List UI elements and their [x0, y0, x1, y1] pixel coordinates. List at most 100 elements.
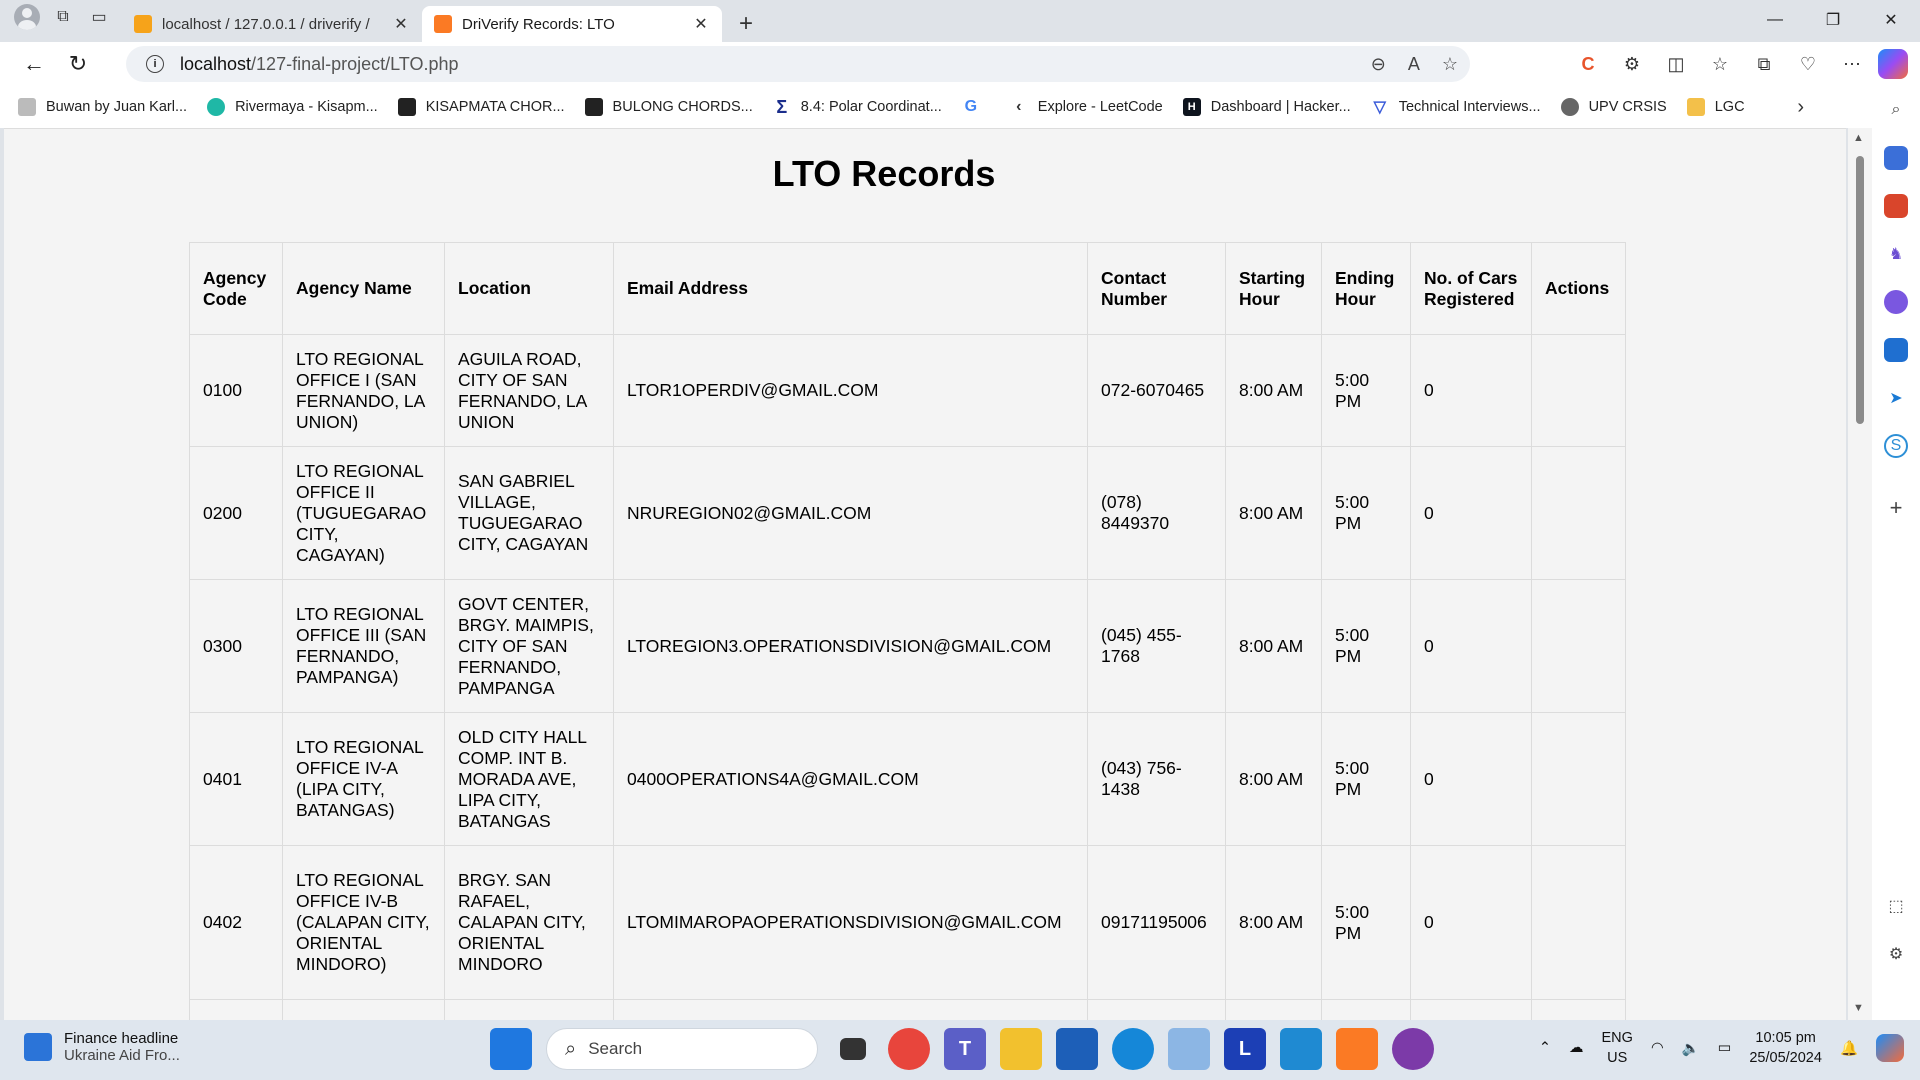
task-view-icon[interactable] — [840, 1038, 866, 1060]
cell-email: LTOREGION3.OPERATIONSDIVISION@GMAIL.COM — [613, 579, 1088, 713]
favorite-star-icon[interactable]: ☆ — [1442, 54, 1458, 75]
close-window-icon[interactable]: ✕ — [1862, 0, 1920, 40]
close-icon[interactable]: ✕ — [692, 14, 710, 34]
bookmark-item[interactable]: UPV CRSIS — [1560, 98, 1667, 116]
extensions-icon[interactable]: ⚙ — [1610, 46, 1654, 82]
copilot-icon[interactable] — [1878, 49, 1908, 79]
back-button[interactable]: ← — [14, 46, 54, 82]
cell-agency-code: 0300 — [189, 579, 283, 713]
cell-location: GOVT CENTER, BRGY. MAIMPIS, CITY OF SAN … — [444, 579, 614, 713]
cell-ending-hour: 5:00 PM — [1321, 845, 1411, 1000]
file-explorer-icon[interactable] — [1000, 1028, 1042, 1070]
start-windows-icon[interactable] — [490, 1028, 532, 1070]
send-icon[interactable]: ➤ — [1884, 386, 1908, 410]
windows-taskbar: Finance headline Ukraine Aid Fro... ⌕ Se… — [0, 1020, 1920, 1080]
language-indicator[interactable]: ENG US — [1602, 1028, 1633, 1068]
cell-starting-hour: 8:00 AM — [1225, 446, 1322, 580]
l-app-icon[interactable]: L — [1224, 1028, 1266, 1070]
cell-ending-hour: 5:00 PM — [1321, 446, 1411, 580]
table-row: 0401 LTO REGIONAL OFFICE IV-A (LIPA CITY… — [189, 712, 1626, 846]
screenshot-icon[interactable]: ⬚ — [1884, 894, 1908, 918]
new-tab-button[interactable]: + — [728, 6, 764, 42]
taskbar-search[interactable]: ⌕ Search — [546, 1028, 818, 1070]
volume-icon[interactable]: 🔈 — [1682, 1040, 1700, 1057]
github-desktop-icon[interactable] — [1392, 1028, 1434, 1070]
favorites-icon[interactable]: ☆ — [1698, 46, 1742, 82]
search-icon[interactable]: ⌕ — [1884, 98, 1908, 122]
browser-essentials-icon[interactable]: ♡ — [1786, 46, 1830, 82]
cell-starting-hour: 8:00 AM — [1225, 845, 1322, 1000]
games-icon[interactable]: ♞ — [1884, 242, 1908, 266]
cell-contact: 09171195006 — [1087, 845, 1226, 1000]
page-scrollbar[interactable]: ▲ ▼ — [1848, 128, 1872, 1020]
reload-button[interactable]: ↻ — [58, 46, 98, 82]
column-header-agency-name: Agency Name — [282, 242, 445, 335]
settings-gear-icon[interactable]: ⚙ — [1884, 942, 1908, 966]
browser-toolbar: ← ↻ i localhost/127-final-project/LTO.ph… — [0, 42, 1920, 86]
news-widget[interactable]: Finance headline Ukraine Aid Fro... — [24, 1030, 180, 1064]
cell-contact: 072-6070465 — [1087, 334, 1226, 447]
resource-monitor-icon[interactable] — [1168, 1028, 1210, 1070]
restore-icon[interactable]: ❐ — [1804, 0, 1862, 40]
zoom-icon[interactable]: ⊖ — [1371, 54, 1386, 75]
collections-icon[interactable]: ⧉ — [1742, 46, 1786, 82]
cell-email: 0400OPERATIONS4A@GMAIL.COM — [613, 712, 1088, 846]
close-icon[interactable]: ✕ — [392, 14, 410, 34]
page-title: LTO Records — [772, 153, 996, 194]
tab-actions-icon[interactable]: ▭ — [86, 4, 112, 30]
bookmark-item[interactable]: G — [962, 98, 990, 116]
cell-agency-name: LTO REGIONAL OFFICE III (SAN FERNANDO, P… — [282, 579, 445, 713]
bookmark-item[interactable]: Buwan by Juan Karl... — [18, 98, 187, 116]
teams-icon[interactable]: T — [944, 1028, 986, 1070]
cell-location: AGUILA ROAD, CITY OF SAN FERNANDO, LA UN… — [444, 334, 614, 447]
bookmark-item[interactable]: Rivermaya - Kisapm... — [207, 98, 378, 116]
notifications-bell-icon[interactable]: 🔔 — [1840, 1040, 1858, 1057]
clock[interactable]: 10:05 pm 25/05/2024 — [1749, 1028, 1822, 1068]
outlook-icon[interactable] — [1884, 338, 1908, 362]
more-menu-icon[interactable]: ⋯ — [1830, 46, 1874, 82]
microsoft-store-icon[interactable] — [1056, 1028, 1098, 1070]
profile-avatar[interactable] — [14, 4, 40, 30]
skype-icon[interactable]: S — [1884, 434, 1908, 458]
table-row: 0402 LTO REGIONAL OFFICE IV-B (CALAPAN C… — [189, 845, 1626, 1000]
scroll-down-icon[interactable]: ▼ — [1853, 1002, 1864, 1014]
workspaces-icon[interactable]: ⧉ — [50, 4, 76, 30]
chevron-right-icon[interactable]: › — [1797, 96, 1804, 119]
copilot-preview-icon[interactable] — [1876, 1034, 1904, 1062]
xampp-icon[interactable] — [1336, 1028, 1378, 1070]
chevron-up-icon[interactable]: ⌃ — [1539, 1040, 1551, 1056]
scroll-up-icon[interactable]: ▲ — [1853, 132, 1864, 144]
vscode-icon[interactable] — [1280, 1028, 1322, 1070]
bookmark-item[interactable]: BULONG CHORDS... — [584, 98, 753, 116]
extension-c-icon[interactable]: C — [1566, 46, 1610, 82]
bookmark-item[interactable]: KISAPMATA CHOR... — [397, 98, 565, 116]
bookmark-icon — [207, 98, 226, 116]
site-info-icon[interactable]: i — [146, 55, 164, 73]
minimize-icon[interactable]: — — [1746, 0, 1804, 40]
address-bar[interactable]: i localhost/127-final-project/LTO.php ⊖ … — [126, 46, 1470, 82]
bookmark-item[interactable]: H Dashboard | Hacker... — [1182, 98, 1351, 116]
cell-ending-hour: 5:00 PM — [1321, 579, 1411, 713]
table-row: 0300 LTO REGIONAL OFFICE III (SAN FERNAN… — [189, 579, 1626, 713]
edge-icon[interactable] — [1112, 1028, 1154, 1070]
hackerrank-icon: H — [1182, 98, 1201, 116]
split-screen-icon[interactable]: ◫ — [1654, 46, 1698, 82]
battery-icon[interactable]: ▭ — [1718, 1040, 1732, 1056]
wifi-icon[interactable]: ◠ — [1651, 1040, 1664, 1056]
tools-icon[interactable] — [1884, 194, 1908, 218]
shopping-tag-icon[interactable] — [1884, 146, 1908, 170]
chrome-icon[interactable] — [888, 1028, 930, 1070]
m365-icon[interactable] — [1884, 290, 1908, 314]
bookmark-item[interactable]: ▽ Technical Interviews... — [1371, 98, 1541, 116]
column-header-agency-code: Agency Code — [189, 242, 283, 335]
bookmark-item[interactable]: ‹ Explore - LeetCode — [1010, 98, 1163, 116]
read-aloud-icon[interactable]: A — [1408, 54, 1420, 75]
cell-ending-hour: 5:00 PM — [1321, 712, 1411, 846]
scrollbar-thumb[interactable] — [1856, 156, 1864, 424]
bookmark-folder[interactable]: LGC — [1686, 98, 1745, 116]
tab-driverify-lto[interactable]: DriVerify Records: LTO ✕ — [422, 6, 722, 42]
add-icon[interactable]: + — [1884, 495, 1908, 520]
onedrive-cloud-icon[interactable]: ☁ — [1569, 1040, 1584, 1056]
bookmark-item[interactable]: Σ 8.4: Polar Coordinat... — [773, 97, 941, 117]
tab-phpmyadmin[interactable]: localhost / 127.0.0.1 / driverify / ✕ — [122, 6, 422, 42]
